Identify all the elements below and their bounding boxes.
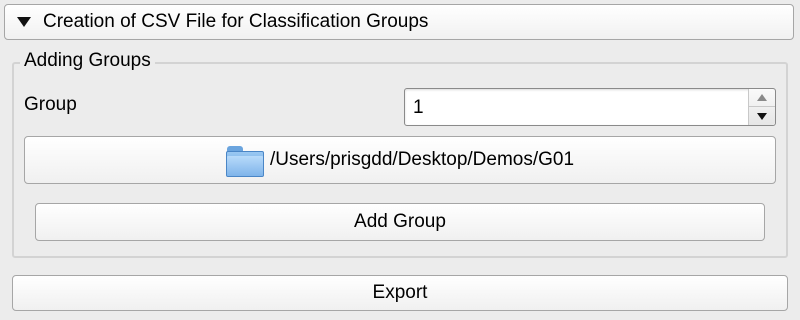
group-label: Group: [24, 94, 77, 115]
spin-up-button[interactable]: [749, 89, 775, 107]
folder-icon: [225, 143, 264, 177]
group-spinbox[interactable]: 1: [404, 88, 776, 126]
add-group-button[interactable]: Add Group: [35, 203, 765, 241]
arrow-up-icon: [757, 94, 767, 101]
spin-down-button[interactable]: [749, 107, 775, 125]
groupbox-legend: Adding Groups: [20, 50, 155, 72]
arrow-down-icon: [757, 112, 767, 120]
export-button[interactable]: Export: [12, 275, 788, 311]
collapsible-section-header[interactable]: Creation of CSV File for Classification …: [4, 4, 794, 40]
spin-arrows: [748, 89, 775, 125]
directory-path-button[interactable]: /Users/prisgdd/Desktop/Demos/G01: [24, 136, 776, 184]
csv-classification-panel: Creation of CSV File for Classification …: [0, 0, 800, 320]
directory-path-text: /Users/prisgdd/Desktop/Demos/G01: [269, 149, 575, 170]
group-spinbox-value[interactable]: 1: [413, 97, 424, 119]
collapse-triangle-icon[interactable]: [17, 17, 31, 27]
section-title: Creation of CSV File for Classification …: [43, 11, 429, 32]
